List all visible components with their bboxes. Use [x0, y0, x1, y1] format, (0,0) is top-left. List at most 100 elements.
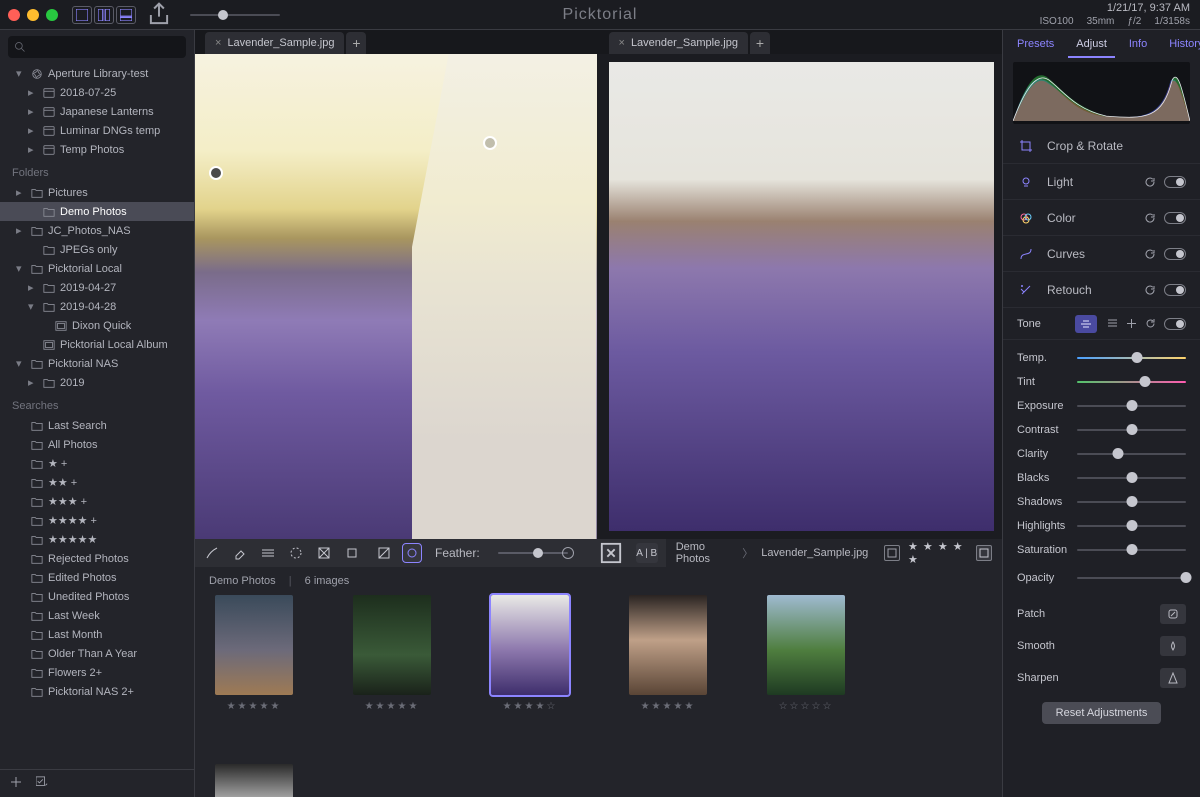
tree-item[interactable]: ▸2018-07-25	[0, 83, 194, 102]
close-icon[interactable]: ×	[215, 37, 221, 49]
thumb[interactable]: ★★★★★	[209, 595, 299, 712]
search-item[interactable]: Edited Photos	[0, 568, 194, 587]
compare-ab-button[interactable]: A | B	[636, 543, 658, 563]
toggle[interactable]	[1164, 212, 1186, 224]
linear-grad-tool[interactable]	[259, 544, 277, 562]
radial-grad-tool[interactable]	[287, 544, 305, 562]
tree-item[interactable]: Demo Photos	[0, 202, 194, 221]
show-mask[interactable]	[403, 544, 421, 562]
section-retouch[interactable]: Retouch	[1003, 272, 1200, 308]
thumb[interactable]: ☆☆☆☆☆	[209, 764, 299, 797]
fit-button[interactable]	[600, 543, 622, 563]
sharpen-button[interactable]	[1160, 668, 1186, 688]
panel-tab-presets[interactable]: Presets	[1009, 32, 1062, 58]
search-item[interactable]: Picktorial NAS 2+	[0, 682, 194, 701]
section-curves[interactable]: Curves	[1003, 236, 1200, 272]
slider-track[interactable]	[1077, 357, 1186, 359]
slider-saturation[interactable]: Saturation	[1017, 538, 1186, 562]
search-item[interactable]: ★★★★ +	[0, 511, 194, 530]
search-item[interactable]: Older Than A Year	[0, 644, 194, 663]
slider-blacks[interactable]: Blacks	[1017, 466, 1186, 490]
search-item[interactable]: Rejected Photos	[0, 549, 194, 568]
reset-icon[interactable]	[1144, 284, 1156, 296]
mask-point[interactable]	[209, 166, 223, 180]
reset-icon[interactable]	[1144, 212, 1156, 224]
reset-adjustments-button[interactable]: Reset Adjustments	[1042, 702, 1162, 724]
tree-item[interactable]: ▸2019-04-27	[0, 278, 194, 297]
tree-item[interactable]: ▸Japanese Lanterns	[0, 102, 194, 121]
search-item[interactable]: Last Search	[0, 416, 194, 435]
slider-track[interactable]	[1077, 525, 1186, 527]
layout-strip-button[interactable]	[116, 6, 136, 24]
panel-tab-adjust[interactable]: Adjust	[1068, 32, 1115, 58]
tree-item[interactable]: Picktorial Local Album	[0, 335, 194, 354]
slider-track[interactable]	[1077, 501, 1186, 503]
thumb-selected[interactable]: ★★★★☆	[485, 595, 575, 712]
toggle[interactable]	[1164, 176, 1186, 188]
reset-icon[interactable]	[1144, 248, 1156, 260]
flag-button[interactable]	[884, 545, 900, 561]
minimize-window[interactable]	[27, 9, 39, 21]
breadcrumb-file[interactable]: Lavender_Sample.jpg	[761, 547, 868, 559]
thumb[interactable]: ☆☆☆☆☆	[761, 595, 851, 712]
reset-icon[interactable]	[1145, 318, 1156, 329]
toggle[interactable]	[1164, 318, 1186, 330]
slider-temp[interactable]: Temp.	[1017, 346, 1186, 370]
thumb[interactable]: ★★★★★	[623, 595, 713, 712]
panel-tab-history[interactable]: History	[1161, 32, 1200, 58]
search-item[interactable]: Unedited Photos	[0, 587, 194, 606]
mask-point[interactable]	[483, 136, 497, 150]
opacity-slider[interactable]	[1077, 577, 1186, 579]
breadcrumb-root[interactable]: Demo Photos	[676, 541, 735, 565]
section-crop[interactable]: Crop & Rotate	[1003, 128, 1200, 164]
fit-button-b[interactable]	[976, 545, 992, 561]
viewer-b[interactable]	[601, 54, 1003, 539]
toggle[interactable]	[1164, 248, 1186, 260]
panel-tab-info[interactable]: Info	[1121, 32, 1155, 58]
search-item[interactable]: ★★ +	[0, 473, 194, 492]
layout-split-button[interactable]	[94, 6, 114, 24]
add-tab-right[interactable]: +	[750, 32, 770, 54]
toggle[interactable]	[1164, 284, 1186, 296]
list-icon[interactable]	[1107, 318, 1118, 329]
brush-tool[interactable]	[203, 544, 221, 562]
close-window[interactable]	[8, 9, 20, 21]
slider-clarity[interactable]: Clarity	[1017, 442, 1186, 466]
search-item[interactable]: All Photos	[0, 435, 194, 454]
tree-item[interactable]: ▾Picktorial NAS	[0, 354, 194, 373]
tree-item[interactable]: ▾Picktorial Local	[0, 259, 194, 278]
add-button[interactable]	[10, 776, 22, 791]
rating-stars[interactable]: ★ ★ ★ ★ ★	[908, 540, 968, 566]
viewer-a[interactable]	[195, 54, 597, 539]
patch-button[interactable]	[1160, 604, 1186, 624]
slider-track[interactable]	[1077, 429, 1186, 431]
tree-item[interactable]: ▸Temp Photos	[0, 140, 194, 159]
slider-track[interactable]	[1077, 549, 1186, 551]
zoom-window[interactable]	[46, 9, 58, 21]
add-icon[interactable]	[1126, 318, 1137, 329]
tree-item[interactable]: ▸Luminar DNGs temp	[0, 121, 194, 140]
tree-item[interactable]: ▸Pictures	[0, 183, 194, 202]
pattern-tool[interactable]	[315, 544, 333, 562]
tone-mode-button[interactable]	[1075, 315, 1097, 333]
smooth-button[interactable]	[1160, 636, 1186, 656]
search-item[interactable]: ★★★ +	[0, 492, 194, 511]
slider-exposure[interactable]: Exposure	[1017, 394, 1186, 418]
tab-left[interactable]: ×Lavender_Sample.jpg	[205, 32, 344, 54]
tree-item[interactable]: ▾2019-04-28	[0, 297, 194, 316]
slider-track[interactable]	[1077, 477, 1186, 479]
tree-item[interactable]: ▾Aperture Library-test	[0, 64, 194, 83]
add-tab-left[interactable]: +	[346, 32, 366, 54]
tree-item[interactable]: ▸JC_Photos_NAS	[0, 221, 194, 240]
feather-slider[interactable]	[498, 552, 568, 554]
share-button[interactable]	[146, 5, 172, 25]
tab-right[interactable]: ×Lavender_Sample.jpg	[609, 32, 748, 54]
layout-single-button[interactable]	[72, 6, 92, 24]
eraser-tool[interactable]	[231, 544, 249, 562]
tree-item[interactable]: JPEGs only	[0, 240, 194, 259]
tree-item[interactable]: ▸2019	[0, 373, 194, 392]
slider-track[interactable]	[1077, 405, 1186, 407]
section-light[interactable]: Light	[1003, 164, 1200, 200]
section-color[interactable]: Color	[1003, 200, 1200, 236]
slider-track[interactable]	[1077, 381, 1186, 383]
